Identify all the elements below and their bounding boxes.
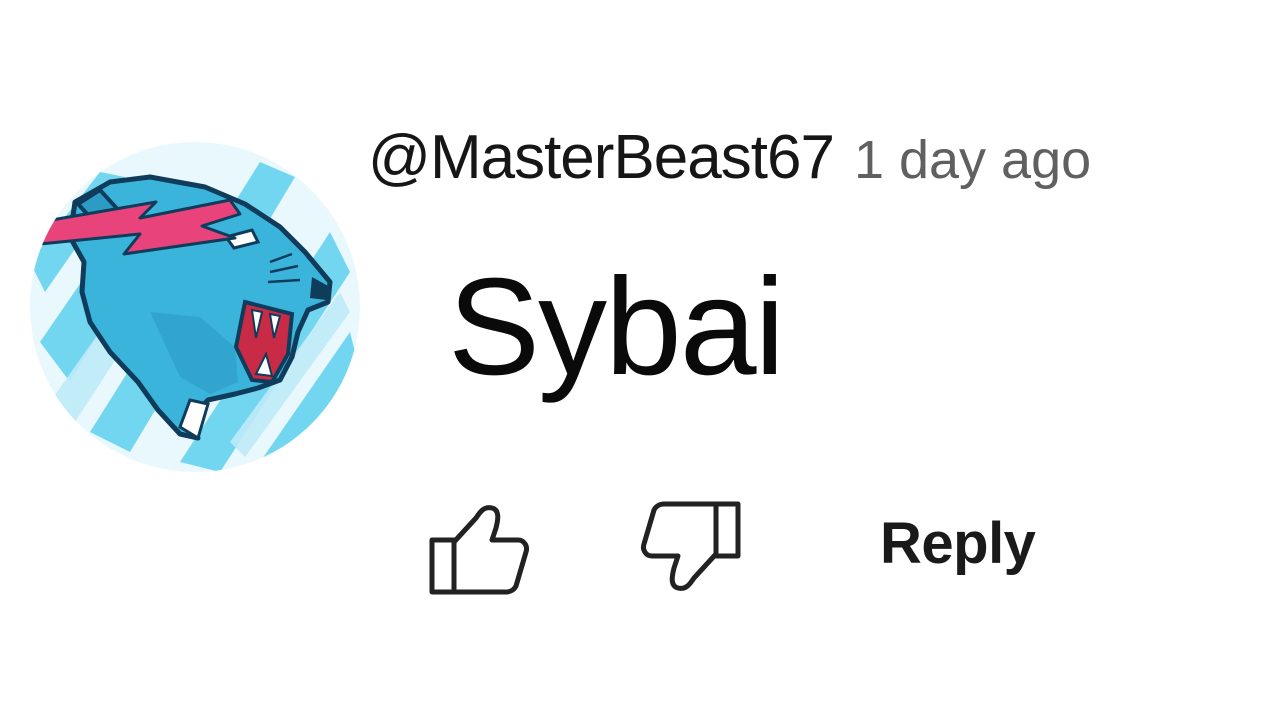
thumbs-down-icon (641, 501, 741, 591)
reply-button[interactable]: Reply (880, 510, 1036, 577)
like-button[interactable] (424, 498, 532, 598)
avatar[interactable] (30, 142, 360, 472)
panther-logo-icon (30, 142, 360, 472)
dislike-button[interactable] (636, 496, 746, 598)
thumbs-up-icon (429, 505, 529, 595)
comment-timestamp[interactable]: 1 day ago (854, 130, 1091, 190)
comment-text: Sybai (448, 250, 785, 404)
author-name[interactable]: @MasterBeast67 (368, 123, 835, 192)
comment-header: @MasterBeast67 1 day ago (368, 122, 1091, 193)
comment-thread-item: @MasterBeast67 1 day ago Sybai Reply (0, 0, 1280, 720)
